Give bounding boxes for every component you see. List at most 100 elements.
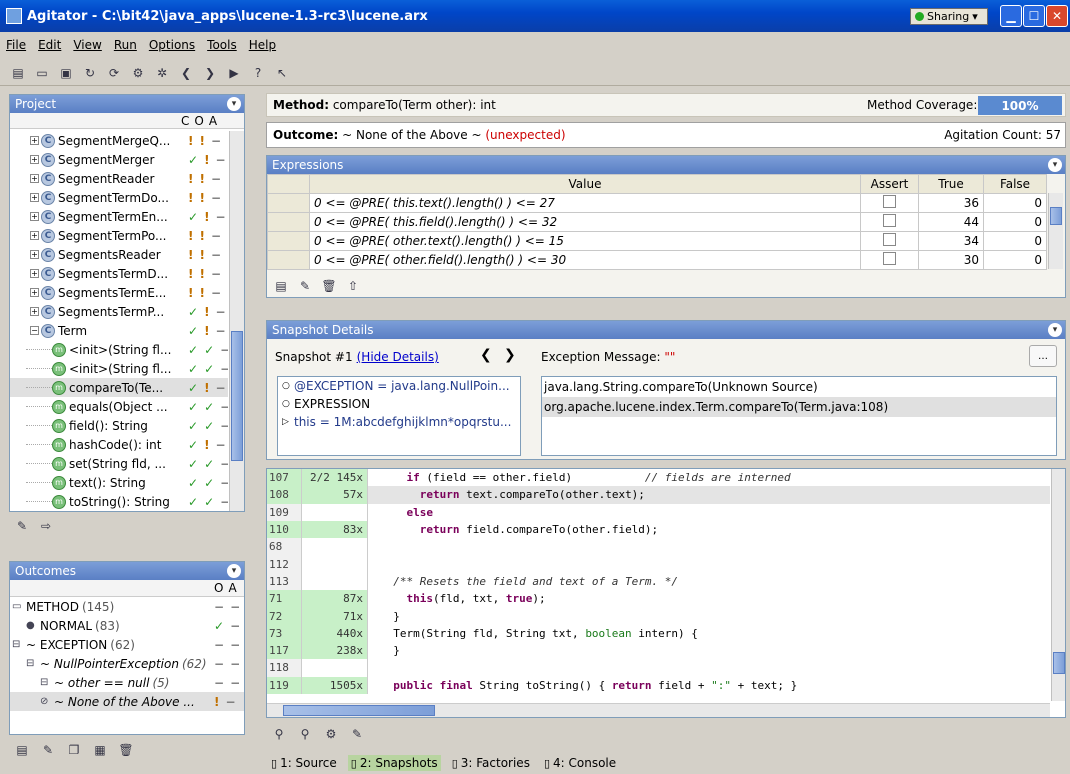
run-icon[interactable]: ▶ (226, 65, 242, 81)
agitate-source-icon[interactable]: ⚙ (323, 726, 339, 742)
tree-item[interactable]: + C SegmentsTermP... ✓! − (10, 302, 228, 321)
col-false[interactable]: False (983, 174, 1047, 194)
copy-outcome-icon[interactable]: ❐ (66, 742, 82, 758)
tree-item[interactable]: m toString(): String ✓ ✓ − (10, 492, 228, 511)
code-vscroll-thumb[interactable] (1053, 652, 1065, 674)
expand-node-icon[interactable]: + (30, 174, 39, 183)
expression-value[interactable]: 0 <= @PRE( other.field().length() ) <= 3… (309, 250, 861, 270)
code-line[interactable]: 119 1505x public final String toString() … (267, 676, 1050, 694)
tree-item[interactable]: + C SegmentReader!! − (10, 169, 228, 188)
code-line[interactable]: 107 2/2 145x if (field == other.field) //… (267, 469, 1050, 487)
code-line[interactable]: 108 57x return text.compareTo(other.text)… (267, 486, 1050, 504)
snapshot-item[interactable]: ▷ this = 1M:abcdefghijklmn*opqrstu... (278, 413, 520, 431)
tree-item[interactable]: m set(String fld, ... ✓ ✓ − (10, 454, 228, 473)
close-button[interactable]: ✕ (1046, 5, 1068, 27)
code-vscrollbar[interactable] (1051, 469, 1065, 701)
outcome-item[interactable]: ⊟ ~ NullPointerException (62) − − (10, 654, 244, 673)
more-button[interactable]: … (1029, 345, 1057, 367)
tree-item[interactable]: + C SegmentMerger ✓! − (10, 150, 228, 169)
expand-node-icon[interactable]: + (30, 136, 39, 145)
menu-edit[interactable]: Edit (38, 38, 61, 52)
collapse-icon[interactable]: ▾ (227, 564, 241, 578)
outcome-item[interactable]: ● NORMAL (83) ✓ − (10, 616, 244, 635)
tree-item[interactable]: m compareTo(Te... ✓! − (10, 378, 228, 397)
code-line[interactable]: 117 238x } (267, 641, 1050, 660)
add-expression-icon[interactable]: ▤ (273, 278, 289, 294)
expression-row[interactable]: 0 <= @PRE( other.text().length() ) <= 15… (267, 231, 1047, 251)
collapse-icon[interactable]: ▾ (227, 97, 241, 111)
tab-1[interactable]: ▯ 1: Source (268, 755, 340, 771)
tree-item[interactable]: + C SegmentsTermD...!! − (10, 264, 228, 283)
stack-frame[interactable]: org.apache.lucene.index.Term.compareTo(T… (542, 397, 1056, 417)
promote-expression-icon[interactable]: ⇧ (345, 278, 361, 294)
outcome-item[interactable]: ⊘ ~ None of the Above ...! − (10, 692, 244, 711)
code-line[interactable]: 110 83x return field.compareTo(other.fiel… (267, 520, 1050, 539)
outcome-item[interactable]: ⊟ ~ EXCEPTION (62) − − (10, 635, 244, 654)
hide-details-link[interactable]: (Hide Details) (357, 350, 439, 364)
menu-run[interactable]: Run (114, 38, 137, 52)
tree-item[interactable]: m text(): String ✓ ✓ − (10, 473, 228, 492)
find-icon[interactable]: ⚲ (271, 726, 287, 742)
expression-value[interactable]: 0 <= @PRE( this.field().length() ) <= 32 (309, 212, 861, 232)
tree-item[interactable]: + C SegmentsTermE...!! − (10, 283, 228, 302)
code-line[interactable]: 73 440x Term(String fld, String txt, bool… (267, 624, 1050, 642)
maximize-button[interactable]: ☐ (1023, 5, 1045, 27)
code-line[interactable]: 72 71x } (267, 607, 1050, 625)
delete-outcome-icon[interactable]: 🗑 (118, 742, 134, 758)
menu-help[interactable]: Help (249, 38, 276, 52)
tab-4[interactable]: ▯ 4: Console (541, 755, 619, 771)
expand-node-icon[interactable]: + (30, 250, 39, 259)
code-line[interactable]: 118 (267, 659, 1050, 677)
new-file-icon[interactable]: ▤ (10, 65, 26, 81)
open-folder-icon[interactable]: ▭ (34, 65, 50, 81)
edit-outcome-icon[interactable]: ✎ (40, 742, 56, 758)
prev-snapshot-icon[interactable]: ❮ (480, 347, 492, 363)
expression-row[interactable]: 0 <= @PRE( this.text().length() ) <= 27 3… (267, 193, 1047, 213)
reload-icon[interactable]: ⟳ (106, 65, 122, 81)
code-line[interactable]: 109 else (267, 503, 1050, 521)
tree-item[interactable]: + C SegmentTermPo...!! − (10, 226, 228, 245)
collapse-icon[interactable]: ▾ (1048, 158, 1062, 172)
expand-node-icon[interactable]: + (30, 193, 39, 202)
tab-3[interactable]: ▯ 3: Factories (449, 755, 533, 771)
col-true[interactable]: True (918, 174, 984, 194)
save-icon[interactable]: ▣ (58, 65, 74, 81)
menu-tools[interactable]: Tools (207, 38, 237, 52)
snapshot-item[interactable]: ○ EXPRESSION (278, 395, 520, 413)
assert-checkbox[interactable] (883, 214, 896, 227)
edit-source-icon[interactable]: ✎ (349, 726, 365, 742)
expression-row[interactable]: 0 <= @PRE( other.field().length() ) <= 3… (267, 250, 1047, 270)
tree-item[interactable]: + C SegmentTermEn... ✓! − (10, 207, 228, 226)
code-line[interactable]: 113 /** Resets the field and text of a T… (267, 572, 1050, 591)
menu-view[interactable]: View (73, 38, 101, 52)
paste-outcome-icon[interactable]: ▦ (92, 742, 108, 758)
menu-options[interactable]: Options (149, 38, 195, 52)
refresh-icon[interactable]: ↻ (82, 65, 98, 81)
tree-item[interactable]: m equals(Object ... ✓ ✓ − (10, 397, 228, 416)
help-icon[interactable]: ? (250, 65, 266, 81)
col-assert[interactable]: Assert (860, 174, 919, 194)
tree-item[interactable]: − C Term ✓! − (10, 321, 228, 340)
code-line[interactable]: 112 (267, 555, 1050, 573)
next-snapshot-icon[interactable]: ❯ (504, 347, 516, 363)
minimize-button[interactable]: ▁ (1000, 5, 1022, 27)
col-value[interactable]: Value (309, 174, 861, 194)
back-icon[interactable]: ❮ (178, 65, 194, 81)
snapshot-item[interactable]: ○ @EXCEPTION = java.lang.NullPoin... (278, 377, 520, 395)
tab-2[interactable]: ▯ 2: Snapshots (347, 755, 441, 771)
delete-expression-icon[interactable]: 🗑 (321, 278, 337, 294)
assert-checkbox[interactable] (883, 252, 896, 265)
export-icon[interactable]: ⇨ (38, 518, 54, 534)
tree-item[interactable]: m <init>(String fl... ✓ ✓ − (10, 359, 228, 378)
agitate-class-icon[interactable]: ✎ (14, 518, 30, 534)
outcome-item[interactable]: ⊟ ~ other == null (5) − − (10, 673, 244, 692)
expand-node-icon[interactable]: + (30, 212, 39, 221)
forward-icon[interactable]: ❯ (202, 65, 218, 81)
agitate-icon[interactable]: ⚙ (130, 65, 146, 81)
menu-file[interactable]: File (6, 38, 26, 52)
edit-expression-icon[interactable]: ✎ (297, 278, 313, 294)
code-line[interactable]: 68 (267, 538, 1050, 556)
code-hscroll-thumb[interactable] (283, 705, 435, 716)
tree-item[interactable]: + C SegmentTermDo...!! − (10, 188, 228, 207)
new-outcome-icon[interactable]: ▤ (14, 742, 30, 758)
